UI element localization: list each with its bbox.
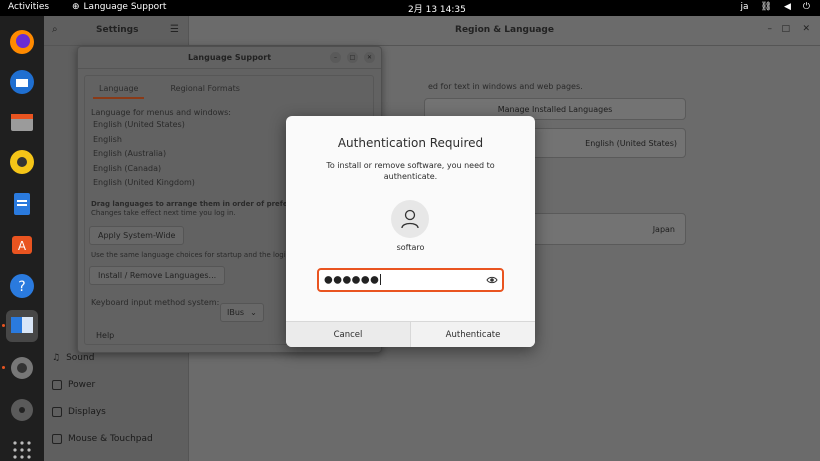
tab-language[interactable]: Language — [93, 84, 145, 99]
sidebar-item-displays[interactable]: Displays — [52, 407, 106, 417]
show-apps-icon[interactable] — [6, 434, 38, 461]
settings-icon[interactable] — [6, 352, 38, 384]
help-icon[interactable]: ? — [6, 270, 38, 302]
username: softaro — [396, 243, 425, 252]
sidebar-item-label: Mouse & Touchpad — [68, 434, 153, 444]
close-icon[interactable]: ✕ — [364, 52, 375, 63]
activities-button[interactable]: Activities — [8, 2, 49, 12]
help-button[interactable]: Help — [96, 331, 114, 340]
display-icon — [52, 407, 62, 417]
window-controls: – □ ✕ — [330, 52, 375, 63]
avatar — [391, 200, 429, 238]
network-icon[interactable]: ⛓ — [761, 2, 772, 12]
mouse-icon — [52, 434, 62, 444]
apply-system-wide-button[interactable]: Apply System-Wide — [89, 226, 185, 245]
user-icon — [401, 209, 419, 229]
input-method-indicator[interactable]: ja — [741, 2, 749, 12]
drag-hint: Drag languages to arrange them in order … — [91, 200, 313, 208]
battery-icon — [52, 380, 62, 390]
power-icon[interactable]: ⏻ — [803, 2, 810, 12]
maximize-icon[interactable]: □ — [347, 52, 358, 63]
language-support-header: Language Support – □ ✕ — [78, 47, 381, 69]
authentication-dialog: Authentication Required To install or re… — [286, 116, 535, 347]
sidebar-item-label: Power — [68, 380, 96, 390]
settings-header: Region & Language – □ ✕ — [189, 16, 820, 46]
page-title: Region & Language — [455, 25, 554, 35]
rhythmbox-icon[interactable] — [6, 146, 38, 178]
password-field[interactable]: ●●●●●● — [317, 268, 504, 292]
region-description: ed for text in windows and web pages. — [428, 82, 583, 91]
drag-hint-secondary: Changes take effect next time you log in… — [91, 209, 236, 217]
dialog-actions: Cancel Authenticate — [286, 321, 535, 347]
volume-icon[interactable]: ◀ — [784, 2, 791, 12]
show-password-icon[interactable] — [486, 274, 498, 286]
dialog-title: Authentication Required — [337, 136, 484, 150]
sidebar-item-sound[interactable]: ♫ Sound — [52, 353, 94, 363]
svg-text:A: A — [18, 239, 27, 253]
top-bar: Activities ⊕ Language Support 2月 13 14:3… — [0, 0, 820, 16]
sidebar-item-label: Displays — [68, 407, 106, 417]
disc-icon[interactable] — [6, 394, 38, 426]
writer-icon[interactable] — [6, 188, 38, 220]
authenticate-button[interactable]: Authenticate — [410, 322, 535, 347]
cancel-button[interactable]: Cancel — [286, 322, 410, 347]
thunderbird-icon[interactable] — [6, 66, 38, 98]
keyboard-input-select[interactable]: IBus ⌄ — [220, 303, 264, 322]
chevron-down-icon: ⌄ — [250, 308, 257, 317]
globe-icon: ⊕ — [72, 2, 80, 12]
clock[interactable]: 2月 13 14:35 — [408, 2, 466, 15]
minimize-icon[interactable]: – — [330, 52, 341, 63]
sidebar-header: ⌕ Settings ☰ — [44, 16, 189, 46]
music-note-icon: ♫ — [52, 353, 61, 363]
maximize-icon[interactable]: □ — [781, 24, 790, 34]
keyboard-input-value: IBus — [227, 308, 245, 317]
sidebar-item-power[interactable]: Power — [52, 380, 95, 390]
menus-label: Language for menus and windows: — [91, 108, 231, 117]
language-value: English (United States) — [585, 139, 677, 148]
search-icon[interactable]: ⌕ — [52, 24, 58, 35]
system-tray[interactable]: ja ⛓ ◀ ⏻ — [741, 2, 811, 12]
running-indicator — [2, 366, 5, 369]
sidebar-item-mouse-touchpad[interactable]: Mouse & Touchpad — [52, 434, 153, 444]
manage-languages-label: Manage Installed Languages — [497, 104, 613, 114]
app-name: Language Support — [83, 2, 167, 12]
app-menu[interactable]: ⊕ Language Support — [72, 2, 166, 12]
dialog-message: To install or remove software, you need … — [326, 161, 495, 181]
hamburger-menu-icon[interactable]: ☰ — [170, 24, 179, 35]
files-icon[interactable] — [6, 106, 38, 138]
close-icon[interactable]: ✕ — [802, 24, 810, 34]
tabs: Language Regional Formats — [93, 84, 240, 99]
tab-regional-formats[interactable]: Regional Formats — [170, 84, 239, 99]
password-value: ●●●●●● — [324, 274, 382, 286]
formats-value: Japan — [652, 225, 675, 234]
running-indicator — [2, 324, 5, 327]
keyboard-input-label: Keyboard input method system: — [91, 298, 220, 307]
language-support-icon[interactable] — [6, 310, 38, 342]
sidebar-item-label: Sound — [66, 353, 95, 363]
minimize-icon[interactable]: – — [768, 24, 773, 34]
settings-title: Settings — [96, 25, 139, 35]
svg-text:?: ? — [18, 279, 25, 295]
dock: A ? — [0, 16, 44, 461]
software-icon[interactable]: A — [6, 228, 38, 260]
same-choices-label: Use the same language choices for startu… — [91, 251, 300, 259]
install-remove-languages-button[interactable]: Install / Remove Languages... — [89, 266, 226, 285]
firefox-icon[interactable] — [6, 26, 38, 58]
